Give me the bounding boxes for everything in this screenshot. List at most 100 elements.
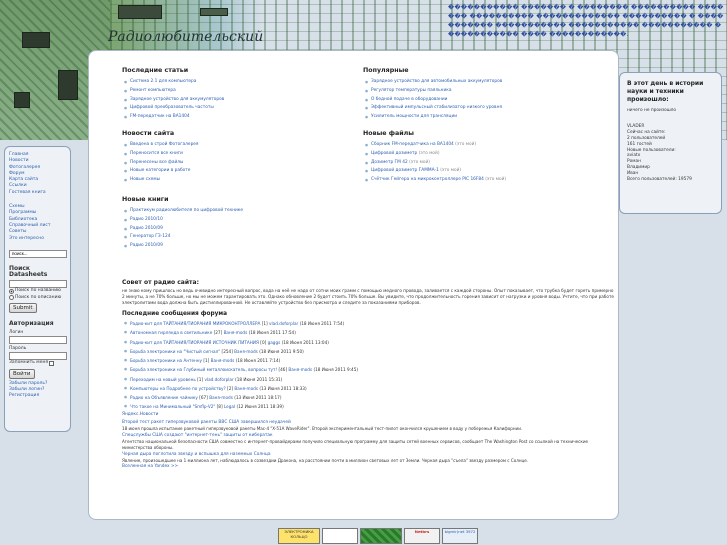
news-item[interactable]: Переносится все книги — [122, 150, 352, 159]
forum-author[interactable]: Ваня-mods — [288, 367, 312, 372]
file-note: (это мой) — [418, 150, 440, 156]
forum-item: Радио на Объявление чайнику [67] Ваня-mo… — [122, 393, 614, 402]
latest-item[interactable]: Цифровой преобразователь частоты — [122, 104, 352, 113]
books-item[interactable]: Радио 2010/09 — [122, 242, 352, 251]
forum-author[interactable]: Ваня-mods — [211, 358, 235, 363]
badge-bigmir[interactable]: bigmir)net 3972 — [442, 528, 478, 544]
forum-topic[interactable]: Борьба электроники на "Чистый сигнал" — [130, 349, 220, 354]
file-item[interactable]: Счётчик Гейгера на микроконтроллере PIC … — [363, 176, 603, 185]
badge-blank[interactable] — [322, 528, 358, 544]
forum-topic[interactable]: Борьба электроники на Антенну — [130, 358, 202, 363]
forum-item: Радио-кит для ТАЙТАНИЯ/ТИОРАНИЯ ИСТОЧНИК… — [122, 338, 614, 347]
new-files-list: Сборник FM-передатчика на BA1404 (это мо… — [363, 141, 603, 185]
radio-icon[interactable] — [9, 295, 14, 301]
news-item[interactable]: Новые категории в работе — [122, 167, 352, 176]
tip-text: не знаю кому пришлось но ведь очевидно и… — [122, 288, 614, 306]
login-input[interactable] — [9, 335, 67, 344]
popular-item[interactable]: Эффективный импульсный стабилизатор низк… — [363, 104, 603, 113]
file-item[interactable]: Сборник FM-передатчика на BA1404 (это мо… — [363, 141, 603, 150]
forum-topic[interactable]: Автономная гирлянда в светильнике — [130, 330, 212, 335]
forum-author[interactable]: Legal — [224, 404, 235, 409]
datasheet-option-desc[interactable]: Поиск по описанию — [9, 295, 66, 301]
sidebar-menu-main: Главная Новости Фотогалерея Форум Карта сайт… — [9, 152, 66, 196]
forum-author[interactable]: Ваня-mods — [234, 386, 258, 391]
new-books-title: Новые книги — [122, 196, 169, 203]
popular-item[interactable]: Зарядное устройство для автомобильных ак… — [363, 78, 603, 87]
forum-topic[interactable]: Переходим на новый уровень — [130, 377, 196, 382]
site-search-input[interactable] — [9, 249, 67, 258]
forum-author[interactable]: vlad.doforplar — [269, 321, 298, 326]
auth-link[interactable]: Регистрация — [9, 393, 66, 399]
site-news-title: Новости сайта — [122, 130, 175, 137]
forum-date: (18 Июня 2011 17:54) — [248, 330, 296, 336]
remember-me[interactable]: Запомнить меня — [9, 360, 66, 366]
latest-item[interactable]: FM-передатчик на BA1404 — [122, 113, 352, 122]
new-files: Новые файлы Сборник FM-передатчика на BA… — [363, 130, 603, 185]
popular-item[interactable]: Усилитель мощности для трансляции — [363, 113, 603, 122]
forum-topic[interactable]: Радио-кит для ТАЙТАНИЯ/ТИОРАНИЯ ИСТОЧНИК… — [130, 340, 259, 345]
forum-author[interactable]: Ваня-mods — [209, 395, 233, 400]
badge-ring[interactable]: ЭЛЕКТРОНИКА КОЛЬЦО — [278, 528, 320, 544]
news-section-title[interactable]: Яндекс.Новости — [122, 412, 614, 418]
forum-count: 67 — [200, 394, 207, 400]
site-news-list: Введена в строй ФотогалереяПереносится в… — [122, 141, 352, 185]
forum-topic[interactable]: Компьютеры на Подробнее по устройству? — [130, 386, 226, 391]
latest-articles-list: Система 2.1 для компьютераРемонт компьют… — [122, 78, 352, 122]
latest-item[interactable]: Ремонт компьютера — [122, 87, 352, 96]
new-books: Новые книги Практикум радиолюбителя по ц… — [122, 196, 352, 251]
news-item[interactable]: Введена в строй Фотогалерея — [122, 141, 352, 150]
radio-icon[interactable] — [9, 289, 14, 295]
latest-item[interactable]: Система 2.1 для компьютера — [122, 78, 352, 87]
history-title: В этот день в истории науки и техники пр… — [627, 80, 704, 103]
file-link[interactable]: Цифровой дозиметр — [371, 151, 417, 156]
file-item[interactable]: Цифровой дозиметр (это мой) — [363, 150, 603, 159]
forum-author[interactable]: Ваня-mods — [224, 330, 248, 335]
latest-item[interactable]: Зарядное устройство для аккумуляторов — [122, 96, 352, 105]
file-link[interactable]: Цифровой дозиметр ГАММА-1 — [371, 168, 439, 173]
file-link[interactable]: Сборник FM-передатчика на BA1404 — [371, 142, 454, 147]
more-news-link[interactable]: Вселенная на Yandex >> — [122, 464, 614, 470]
forum-item: Борьба электроники на "Чистый сигнал" [2… — [122, 347, 614, 356]
books-item[interactable]: Радио 2010/09 — [122, 225, 352, 234]
checkbox-icon[interactable] — [49, 360, 55, 366]
news-entry-text: Агентство национальной безопасности США … — [122, 439, 589, 451]
forum-topic[interactable]: Что такое на Минимальный "Smflp-V2" — [130, 404, 215, 409]
popular-list: Зарядное устройство для автомобильных ак… — [363, 78, 603, 122]
popular-item[interactable]: О бедной подаче в оборудовании — [363, 96, 603, 105]
login-button[interactable]: Войти — [9, 368, 35, 379]
books-item[interactable]: Генератор ГЗ-124 — [122, 233, 352, 242]
news-entry: Спецслужбы США создают "интернет-тень" з… — [122, 433, 614, 451]
books-item[interactable]: Практикум радиолюбителя по цифровой техн… — [122, 207, 352, 216]
news-item[interactable]: Перенесены все файлы — [122, 159, 352, 168]
forum-topic[interactable]: Радио на Объявление чайнику — [130, 395, 198, 400]
file-note: (это мой) — [455, 142, 477, 147]
file-item[interactable]: Дозиметр ГМ 42 (это мой) — [363, 159, 603, 168]
forum-author[interactable]: Ваня-mods — [234, 349, 258, 354]
forum-item: Автономная гирлянда в светильнике [27] В… — [122, 328, 614, 337]
forum-count: 46 — [280, 367, 286, 373]
badge-netbrs[interactable]: Netbrs — [404, 528, 440, 544]
books-item[interactable]: Радио 2010/10 — [122, 216, 352, 225]
sidebar: Главная Новости Фотогалерея Форум Карта сайт… — [4, 146, 71, 432]
file-link[interactable]: Счётчик Гейгера на микроконтроллере PIC … — [371, 177, 484, 182]
badge-circuit[interactable] — [360, 528, 402, 544]
forum-date: (18 Июня 2011 15:31) — [235, 376, 283, 382]
forum-date: (13 Июня 2011 18:33) — [259, 385, 307, 391]
forum-author[interactable]: gaggs — [268, 340, 281, 345]
popular-item[interactable]: Регулятор температуры паяльника — [363, 87, 603, 96]
datasheet-submit-button[interactable]: Submit — [9, 303, 37, 314]
forum-topic[interactable]: Борьба электроники на Глубиный металлоис… — [130, 367, 277, 372]
site-stats: VLADER Сейчас на сайте: 2 пользователей 161… — [627, 124, 714, 183]
forum-topic[interactable]: Радио-кит для ТАЙТАНИЯ/ТИОРАНИЯ МИКРОКОН… — [130, 321, 260, 326]
news-entry: Второй тест ракет гиперзвуковой ракеты В… — [122, 420, 614, 432]
file-item[interactable]: Цифровой дозиметр ГАММА-1 (это мой) — [363, 167, 603, 176]
forum-item: Радио-кит для ТАЙТАНИЯ/ТИОРАНИЯ МИКРОКОН… — [122, 319, 614, 328]
news-item[interactable]: Новые схемы — [122, 176, 352, 185]
file-link[interactable]: Дозиметр ГМ 42 — [371, 160, 408, 165]
forum-date: (18 Июня 2011 7:54) — [299, 321, 345, 327]
forum-author[interactable]: vlad.doforplar — [204, 377, 233, 382]
popular-articles: Популярные Зарядное устройство для автом… — [363, 67, 603, 122]
lower-content: Совет от радио сайта: не знаю кому пришл… — [122, 279, 614, 470]
tip-title: Совет от радио сайта: — [122, 279, 199, 286]
forum-date: (18 Июня 2011 9:50) — [259, 348, 304, 354]
